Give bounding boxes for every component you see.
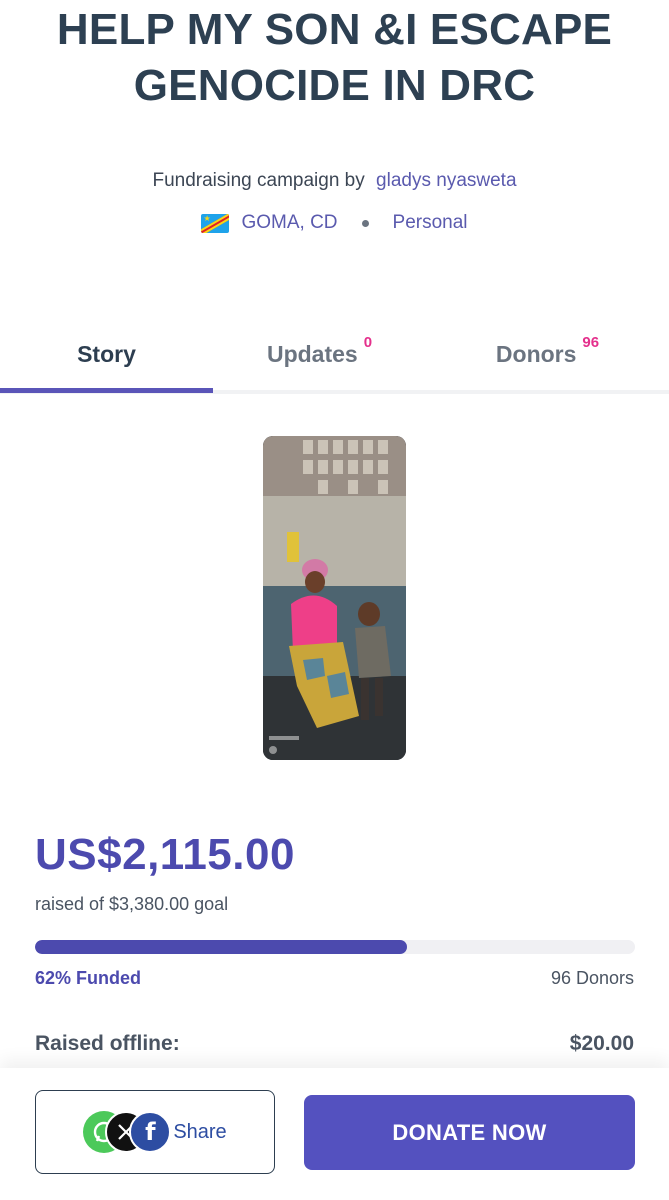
donor-count[interactable]: 96 Donors — [551, 968, 634, 989]
tab-story[interactable]: Story — [0, 330, 213, 394]
action-bar: f Share DONATE NOW — [0, 1068, 669, 1200]
tab-updates[interactable]: Updates 0 — [213, 330, 426, 394]
funding-progress-fill — [35, 940, 407, 954]
separator-dot — [361, 219, 369, 227]
goal-text: raised of $3,380.00 goal — [35, 894, 229, 914]
campaign-byline: Fundraising campaign by gladys nyasweta — [0, 170, 669, 192]
campaign-meta: ★ GOMA, CD Personal — [0, 212, 669, 234]
raised-offline-value: $20.00 — [569, 1032, 634, 1055]
share-label: Share — [173, 1120, 227, 1143]
campaign-category[interactable]: Personal — [393, 212, 468, 234]
tab-story-label: Story — [77, 341, 136, 367]
campaign-location[interactable]: GOMA, CD — [241, 212, 337, 234]
tab-donors-label: Donors — [495, 341, 577, 367]
campaign-title: HELP MY SON &I ESCAPE GENOCIDE IN DRC — [56, 5, 613, 110]
campaign-photo[interactable] — [263, 436, 406, 760]
facebook-icon: f — [129, 1111, 172, 1153]
raised-offline-label: Raised offline: — [35, 1032, 180, 1055]
updates-count-badge: 0 — [363, 334, 373, 351]
share-icons: f — [83, 1111, 172, 1153]
funded-percent: 62% Funded — [35, 968, 142, 988]
tab-donors[interactable]: Donors 96 — [426, 330, 669, 394]
active-tab-indicator — [0, 388, 213, 393]
campaign-page: HELP MY SON &I ESCAPE GENOCIDE IN DRC Fu… — [0, 0, 669, 1200]
donors-count-badge: 96 — [582, 334, 600, 351]
amount-raised: US$2,115.00 — [35, 830, 295, 879]
donate-now-button[interactable]: DONATE NOW — [304, 1095, 635, 1170]
drc-flag-icon: ★ — [201, 213, 230, 233]
campaign-owner-link[interactable]: gladys nyasweta — [376, 170, 516, 191]
tab-updates-label: Updates — [266, 341, 358, 367]
funding-progress-bar — [35, 940, 635, 954]
campaign-tabs: Story Updates 0 Donors 96 — [0, 330, 669, 394]
share-button[interactable]: f Share — [35, 1090, 275, 1174]
campaign-photo-illustration — [263, 436, 406, 760]
byline-prefix: Fundraising campaign by — [152, 170, 365, 191]
